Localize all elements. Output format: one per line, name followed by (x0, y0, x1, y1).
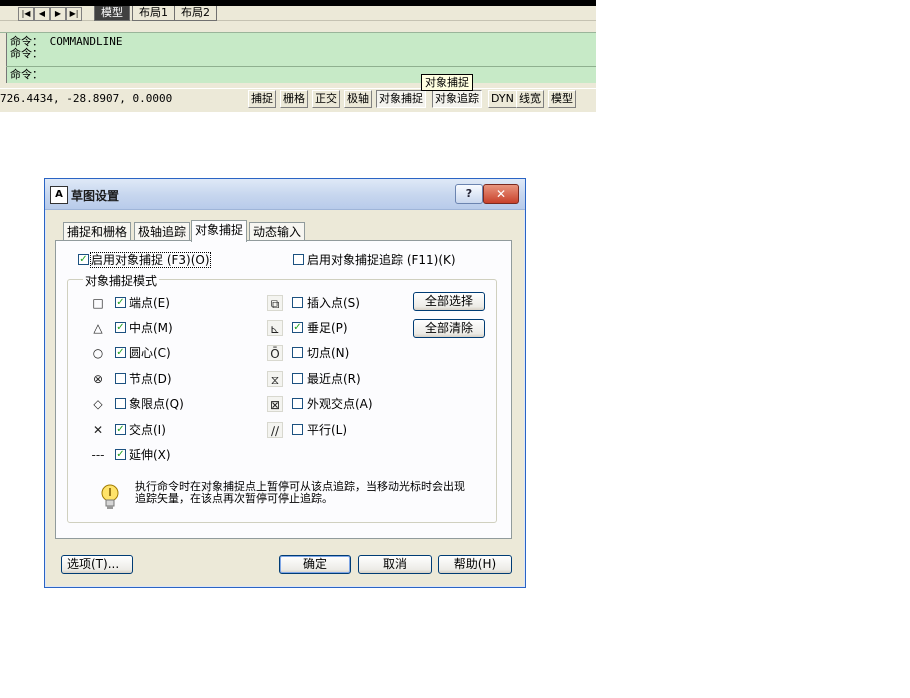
tab-object-snap[interactable]: 对象捕捉 (191, 220, 248, 242)
osnap-mode-label[interactable]: 外观交点(A) (307, 397, 373, 411)
enable-tracking-checkbox[interactable] (293, 254, 304, 265)
osnap-mode-checkbox[interactable]: ✓ (292, 322, 303, 333)
osnap-mode-checkbox[interactable]: ✓ (115, 449, 126, 460)
osnap-hint-text: 执行命令时在对象捕捉点上暂停可从该点追踪，当移动光标时会出现追踪矢量，在该点再次… (135, 480, 465, 505)
osnap-mode-label[interactable]: 平行(L) (307, 423, 347, 437)
osnap-marker-icon: ◇ (93, 397, 103, 411)
enable-osnap-label[interactable]: 启用对象捕捉 (F3)(O) (90, 252, 211, 268)
cad-window-strip: |◀ ◀ ▶ ▶| 模型 布局1 布局2 命令： COMMANDLINE 命令：… (0, 0, 596, 112)
osnap-modes-title: 对象捕捉模式 (83, 272, 160, 289)
lineweight-toggle[interactable]: 线宽 (516, 90, 544, 108)
osnap-mode-label[interactable]: 圆心(C) (129, 346, 171, 360)
osnap-mode-checkbox[interactable] (115, 398, 126, 409)
clear-all-button[interactable]: 全部清除 (413, 319, 485, 338)
osnap-mode-checkbox[interactable] (292, 398, 303, 409)
osnap-mode-checkbox[interactable]: ✓ (115, 297, 126, 308)
lightbulb-icon (101, 484, 119, 509)
osnap-marker-icon: ⧖ (267, 371, 283, 387)
app-icon: A (50, 186, 68, 204)
help-button[interactable]: ? (455, 184, 483, 204)
dyn-toggle[interactable]: DYN (488, 90, 517, 108)
drawing-area-edge (0, 0, 596, 6)
osnap-marker-icon: ⊠ (267, 396, 283, 412)
osnap-mode-checkbox[interactable] (115, 373, 126, 384)
osnap-mode-checkbox[interactable] (292, 424, 303, 435)
tab-polar-tracking[interactable]: 极轴追踪 (134, 222, 191, 241)
osnap-mode-checkbox[interactable] (292, 373, 303, 384)
command-prompt[interactable]: 命令： (10, 69, 43, 81)
status-bar: 726.4434, -28.8907, 0.0000 捕捉 栅格 正交 极轴 对… (0, 88, 596, 109)
grid-toggle[interactable]: 栅格 (280, 90, 308, 108)
enable-tracking-label[interactable]: 启用对象捕捉追踪 (F11)(K) (307, 253, 456, 267)
osnap-toggle[interactable]: 对象捕捉 (376, 90, 426, 108)
select-all-button[interactable]: 全部选择 (413, 292, 485, 311)
prev-layout-button[interactable]: ◀ (34, 7, 50, 21)
osnap-marker-icon: □ (92, 296, 104, 310)
ortho-toggle[interactable]: 正交 (312, 90, 340, 108)
layout-tab-bar: |◀ ◀ ▶ ▶| 模型 布局1 布局2 (0, 0, 596, 21)
osnap-mode-label[interactable]: 最近点(R) (307, 372, 361, 386)
dialog-titlebar[interactable]: A 草图设置 ? ✕ (45, 179, 525, 210)
osnap-marker-icon: ○ (92, 346, 104, 360)
osnap-marker-icon: ✕ (92, 423, 104, 437)
osnap-mode-label[interactable]: 节点(D) (129, 372, 172, 386)
osnap-mode-label[interactable]: 垂足(P) (307, 321, 348, 335)
osnap-mode-checkbox[interactable]: ✓ (115, 424, 126, 435)
osnap-mode-label[interactable]: 交点(I) (129, 423, 166, 437)
osnap-marker-icon: Ō (267, 345, 283, 361)
command-window-handle[interactable] (0, 33, 7, 83)
coordinate-readout: 726.4434, -28.8907, 0.0000 (0, 92, 173, 105)
osnap-mode-label[interactable]: 插入点(S) (307, 296, 360, 310)
osnap-mode-checkbox[interactable] (292, 297, 303, 308)
osnap-marker-icon: ⧉ (267, 295, 283, 311)
tab-model[interactable]: 模型 (94, 6, 130, 21)
tab-dynamic-input[interactable]: 动态输入 (249, 222, 306, 241)
osnap-marker-icon: △ (93, 321, 103, 335)
osnap-mode-label[interactable]: 端点(E) (129, 296, 170, 310)
options-button[interactable]: 选项(T)... (61, 555, 133, 574)
osnap-mode-label[interactable]: 中点(M) (129, 321, 173, 335)
first-layout-button[interactable]: |◀ (18, 7, 34, 21)
command-separator (6, 66, 596, 67)
osnap-mode-checkbox[interactable] (292, 347, 303, 358)
osnap-marker-icon: ∕∕ (267, 422, 283, 438)
snap-toggle[interactable]: 捕捉 (248, 90, 276, 108)
otrack-toggle[interactable]: 对象追踪 (432, 90, 482, 108)
tab-layout1[interactable]: 布局1 (132, 6, 175, 21)
osnap-marker-icon: ⊗ (92, 372, 104, 386)
ok-button[interactable]: 确定 (279, 555, 351, 574)
tab-snap-and-grid[interactable]: 捕捉和栅格 (63, 222, 132, 241)
cancel-button[interactable]: 取消 (358, 555, 432, 574)
help-footer-button[interactable]: 帮助(H) (438, 555, 512, 574)
osnap-marker-icon: --- (91, 448, 105, 462)
model-toggle[interactable]: 模型 (548, 90, 576, 108)
osnap-mode-label[interactable]: 延伸(X) (129, 448, 171, 462)
osnap-marker-icon: ⊾ (267, 320, 283, 336)
next-layout-button[interactable]: ▶ (50, 7, 66, 21)
command-line-window[interactable]: 命令： COMMANDLINE 命令： 命令： (0, 32, 596, 83)
osnap-mode-checkbox[interactable]: ✓ (115, 322, 126, 333)
last-layout-button[interactable]: ▶| (66, 7, 82, 21)
polar-toggle[interactable]: 极轴 (344, 90, 372, 108)
osnap-tooltip: 对象捕捉 (421, 74, 473, 91)
drafting-settings-dialog: A 草图设置 ? ✕ 捕捉和栅格 极轴追踪 对象捕捉 动态输入 ✓ 启用对象捕捉… (44, 178, 526, 588)
close-button[interactable]: ✕ (483, 184, 519, 204)
osnap-mode-label[interactable]: 象限点(Q) (129, 397, 184, 411)
osnap-mode-checkbox[interactable]: ✓ (115, 347, 126, 358)
osnap-mode-label[interactable]: 切点(N) (307, 346, 349, 360)
enable-osnap-checkbox[interactable]: ✓ (78, 254, 89, 265)
tab-layout2[interactable]: 布局2 (174, 6, 217, 21)
dialog-title: 草图设置 (71, 189, 120, 203)
command-history-line: 命令： (10, 47, 43, 60)
